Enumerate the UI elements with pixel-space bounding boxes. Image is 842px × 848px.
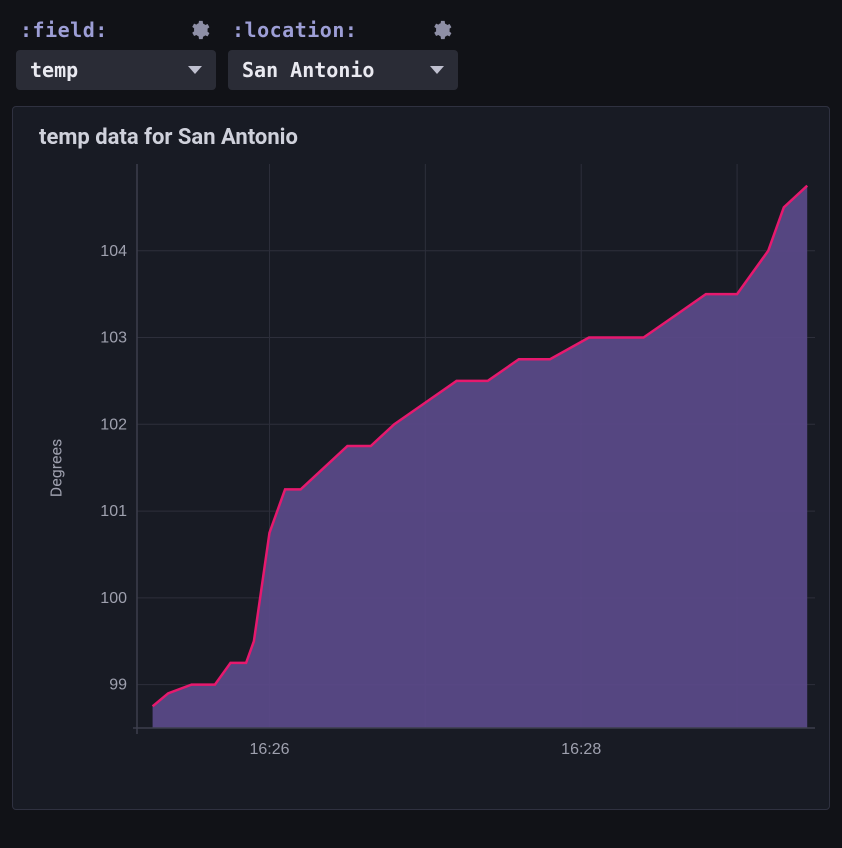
location-select-value: San Antonio — [242, 58, 374, 82]
y-axis-label: Degrees — [47, 439, 66, 497]
chart-area[interactable]: Degrees 99 100 101 102 103 104 16:26 16:28 — [31, 158, 811, 778]
panel-title: temp data for San Antonio — [39, 125, 811, 150]
svg-text:100: 100 — [100, 590, 127, 607]
y-tick-labels: 99 100 101 102 103 104 — [100, 243, 127, 694]
line-chart: 99 100 101 102 103 104 16:26 16:28 — [77, 158, 819, 768]
svg-text:16:28: 16:28 — [561, 741, 601, 758]
svg-text:103: 103 — [100, 330, 127, 347]
variable-toolbar: :field: temp :location: San Antonio — [0, 0, 842, 102]
location-variable: :location: San Antonio — [228, 16, 458, 90]
x-tick-labels: 16:26 16:28 — [249, 741, 601, 758]
svg-text:16:26: 16:26 — [249, 741, 289, 758]
field-select[interactable]: temp — [16, 50, 216, 90]
location-select[interactable]: San Antonio — [228, 50, 458, 90]
chart-panel: temp data for San Antonio Degrees 99 100 1… — [12, 106, 830, 810]
field-variable: :field: temp — [16, 16, 216, 90]
field-header: :field: — [16, 16, 216, 44]
location-header: :location: — [228, 16, 458, 44]
field-name-label: :field: — [20, 18, 108, 42]
gear-icon[interactable] — [188, 19, 210, 41]
gear-icon[interactable] — [430, 19, 452, 41]
svg-text:101: 101 — [100, 503, 127, 520]
location-name-label: :location: — [232, 18, 357, 42]
svg-text:99: 99 — [109, 677, 127, 694]
chevron-down-icon — [430, 66, 444, 74]
svg-text:104: 104 — [100, 243, 127, 260]
svg-text:102: 102 — [100, 416, 127, 433]
chevron-down-icon — [188, 66, 202, 74]
field-select-value: temp — [30, 58, 78, 82]
